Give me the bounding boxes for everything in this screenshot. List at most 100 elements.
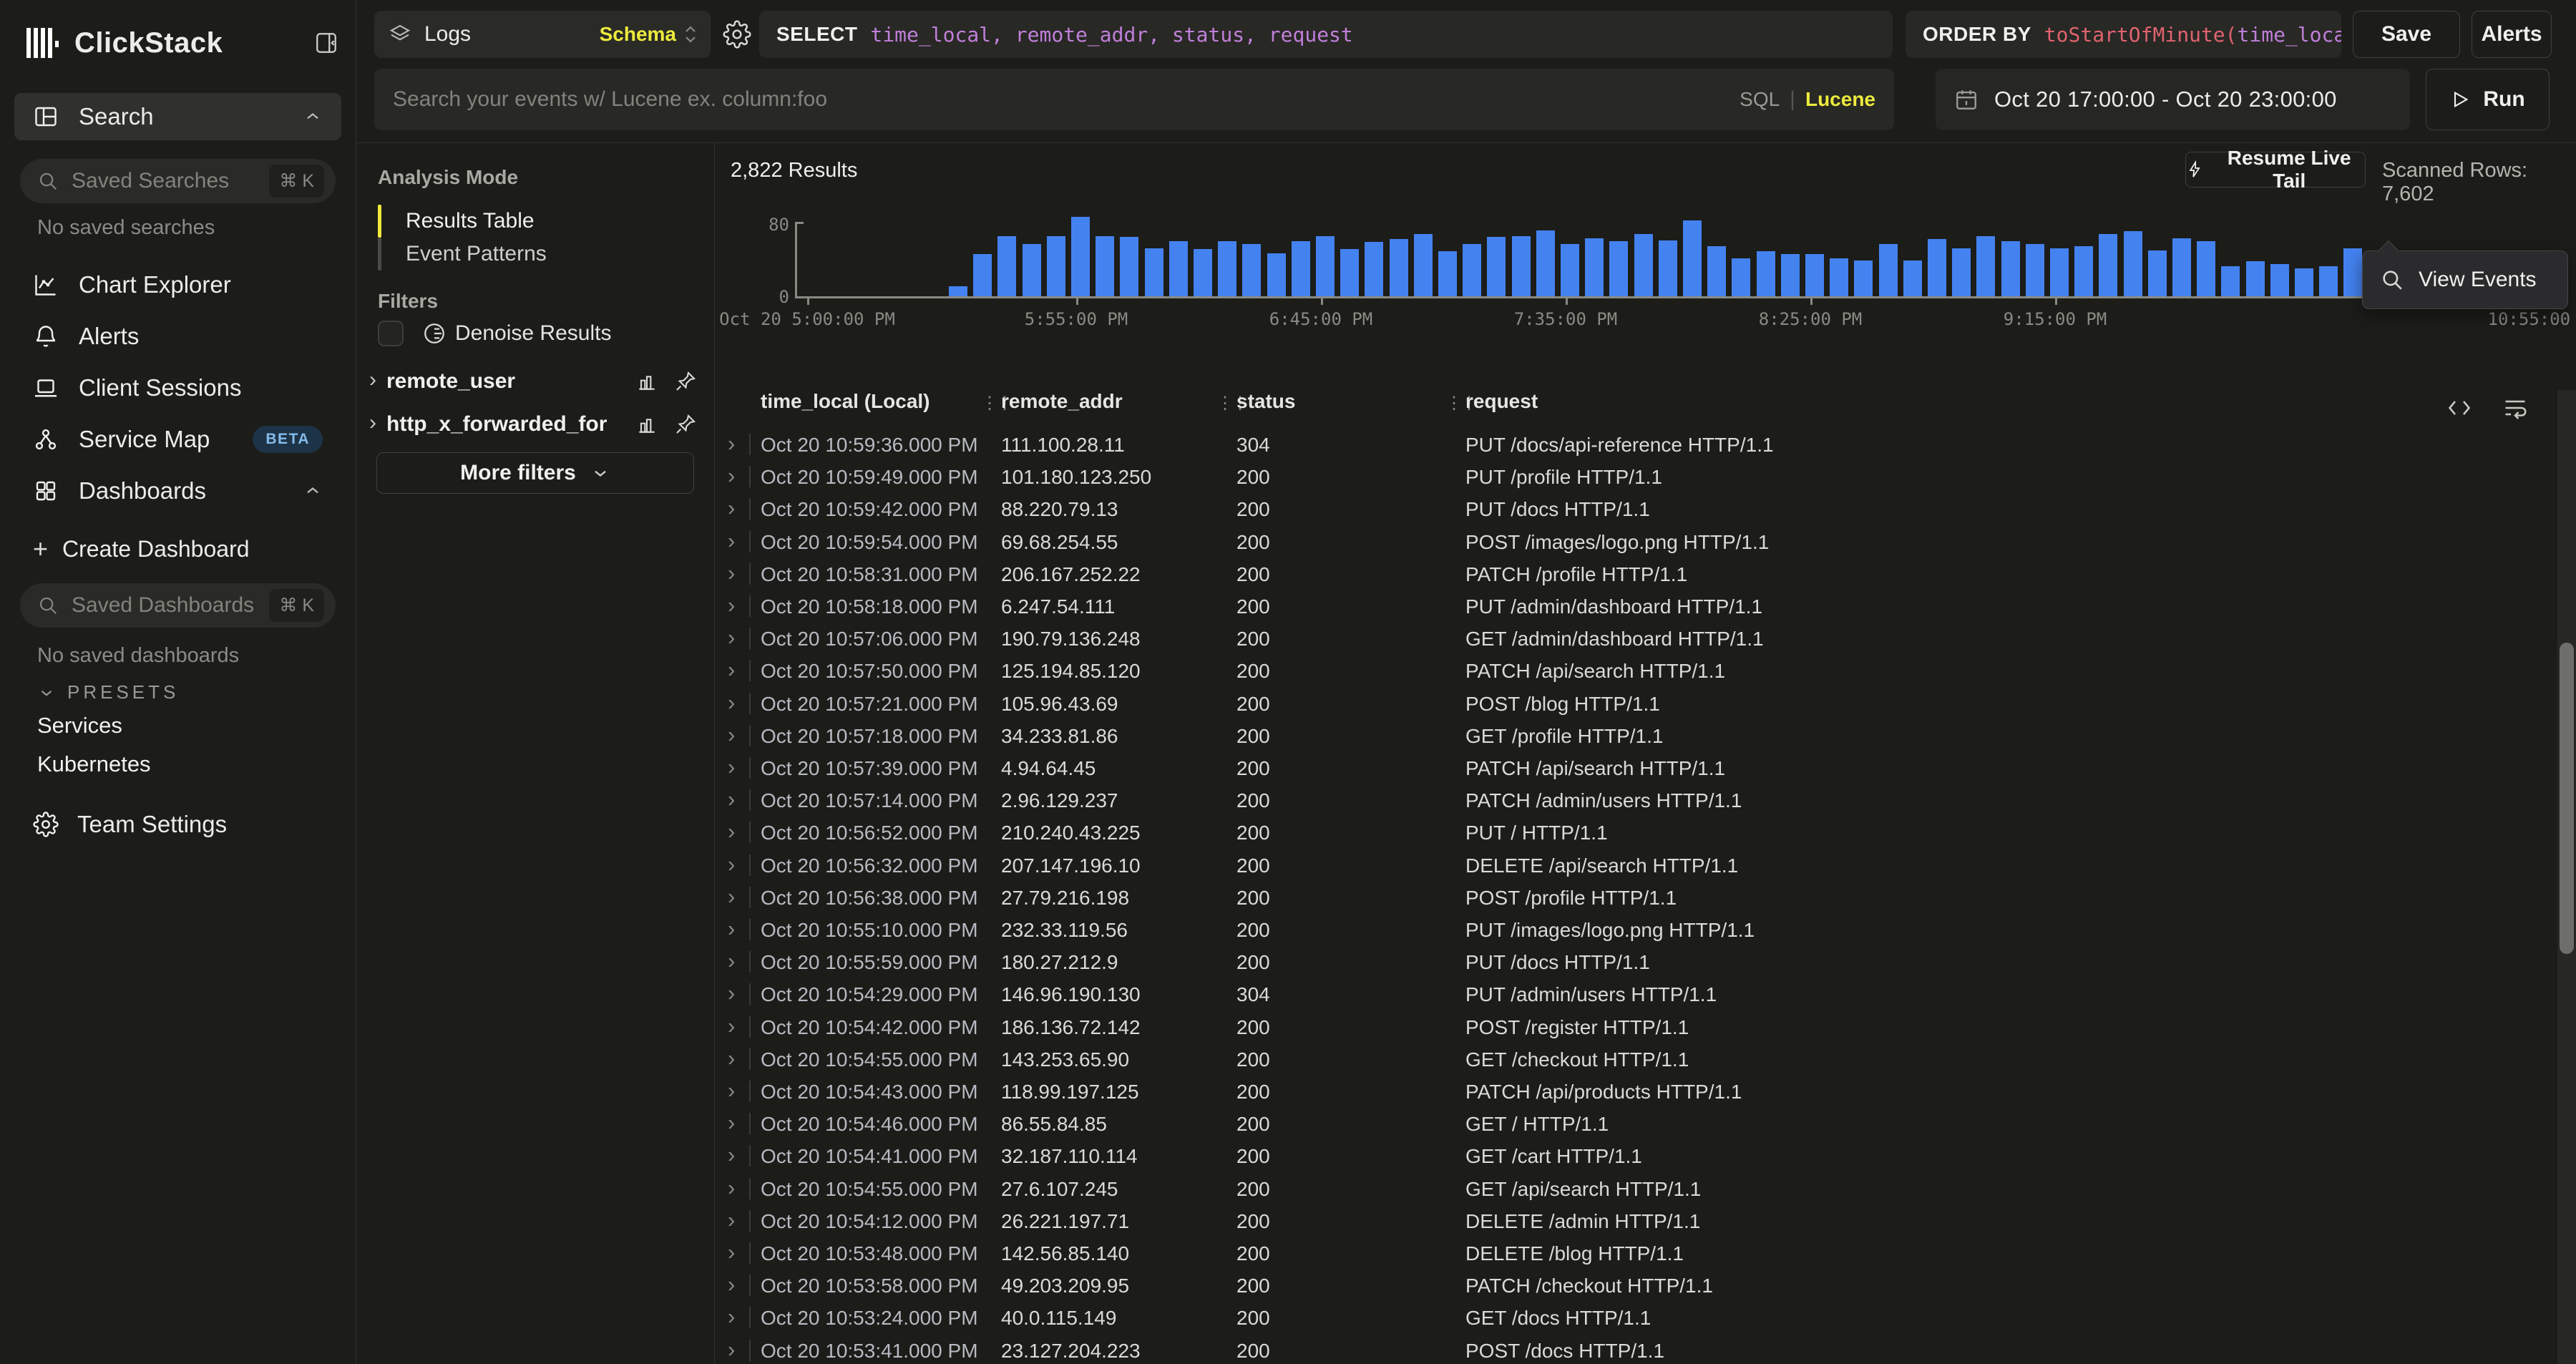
row-expand-chevron-icon[interactable]: › bbox=[728, 495, 735, 521]
histogram-bar[interactable] bbox=[1096, 236, 1114, 296]
table-row[interactable]: › Oct 20 10:56:38.000 PM 27.79.216.198 2… bbox=[715, 881, 2557, 914]
table-row[interactable]: › Oct 20 10:57:18.000 PM 34.233.81.86 20… bbox=[715, 719, 2557, 752]
histogram-bar[interactable] bbox=[1634, 234, 1653, 296]
row-expand-chevron-icon[interactable]: › bbox=[728, 1337, 735, 1363]
histogram-bar[interactable] bbox=[1047, 236, 1065, 296]
preset-kubernetes[interactable]: Kubernetes bbox=[37, 751, 151, 777]
table-row[interactable]: › Oct 20 10:53:41.000 PM 23.127.204.223 … bbox=[715, 1334, 2557, 1364]
table-row[interactable]: › Oct 20 10:57:06.000 PM 190.79.136.248 … bbox=[715, 622, 2557, 655]
row-expand-chevron-icon[interactable]: › bbox=[728, 593, 735, 618]
row-expand-chevron-icon[interactable]: › bbox=[728, 786, 735, 812]
histogram-bar[interactable] bbox=[1805, 254, 1824, 296]
histogram-bar[interactable] bbox=[1903, 260, 1922, 296]
column-header-remote-addr[interactable]: remote_addr bbox=[1001, 390, 1123, 413]
histogram-bar[interactable] bbox=[1365, 242, 1383, 296]
table-row[interactable]: › Oct 20 10:54:43.000 PM 118.99.197.125 … bbox=[715, 1075, 2557, 1108]
sidebar-item-alerts[interactable]: Alerts bbox=[14, 313, 341, 360]
histogram-bar[interactable] bbox=[2197, 241, 2215, 296]
histogram-bar[interactable] bbox=[2026, 244, 2044, 296]
histogram-bar[interactable] bbox=[1071, 217, 1090, 296]
sidebar-item-service-map[interactable]: Service Map BETA bbox=[14, 416, 341, 463]
histogram-bar[interactable] bbox=[1390, 239, 1408, 296]
scrollbar-track[interactable] bbox=[2557, 390, 2576, 1364]
histogram-bar[interactable] bbox=[1340, 249, 1359, 296]
row-expand-chevron-icon[interactable]: › bbox=[728, 560, 735, 586]
histogram-bar[interactable] bbox=[2148, 250, 2167, 296]
histogram-bar[interactable] bbox=[2270, 264, 2289, 296]
row-expand-chevron-icon[interactable]: › bbox=[728, 1304, 735, 1330]
field-pin-icon[interactable] bbox=[674, 413, 697, 436]
field-chart-icon[interactable] bbox=[635, 413, 658, 436]
create-dashboard-button[interactable]: + Create Dashboard bbox=[33, 531, 250, 567]
event-search-input[interactable]: Search your events w/ Lucene ex. column:… bbox=[374, 69, 1894, 130]
histogram-bar[interactable] bbox=[1854, 260, 1873, 296]
field-pin-icon[interactable] bbox=[674, 370, 697, 393]
table-row[interactable]: › Oct 20 10:54:41.000 PM 32.187.110.114 … bbox=[715, 1139, 2557, 1172]
histogram-bar[interactable] bbox=[973, 254, 992, 296]
histogram-bar[interactable] bbox=[1976, 236, 1995, 296]
table-row[interactable]: › Oct 20 10:59:54.000 PM 69.68.254.55 20… bbox=[715, 525, 2557, 558]
row-expand-chevron-icon[interactable]: › bbox=[728, 625, 735, 651]
histogram-bar[interactable] bbox=[1292, 241, 1310, 296]
table-row[interactable]: › Oct 20 10:59:42.000 PM 88.220.79.13 20… bbox=[715, 492, 2557, 525]
table-row[interactable]: › Oct 20 10:57:21.000 PM 105.96.43.69 20… bbox=[715, 687, 2557, 720]
mode-results-table[interactable]: Results Table bbox=[378, 205, 693, 238]
histogram-bar[interactable] bbox=[1928, 239, 1946, 296]
date-range-picker[interactable]: Oct 20 17:00:00 - Oct 20 23:00:00 bbox=[1936, 69, 2410, 130]
column-header-status[interactable]: status bbox=[1236, 390, 1295, 413]
filter-field-http-x-forwarded-for[interactable]: › http_x_forwarded_for bbox=[369, 406, 697, 442]
row-expand-chevron-icon[interactable]: › bbox=[728, 916, 735, 942]
row-expand-chevron-icon[interactable]: › bbox=[728, 1013, 735, 1039]
alerts-button[interactable]: Alerts bbox=[2472, 11, 2552, 58]
table-row[interactable]: › Oct 20 10:56:32.000 PM 207.147.196.10 … bbox=[715, 849, 2557, 882]
resume-live-tail-button[interactable]: Resume Live Tail bbox=[2185, 152, 2366, 187]
table-row[interactable]: › Oct 20 10:53:58.000 PM 49.203.209.95 2… bbox=[715, 1269, 2557, 1302]
more-filters-button[interactable]: More filters bbox=[376, 452, 694, 494]
histogram-bar[interactable] bbox=[949, 286, 967, 296]
filter-field-remote-user[interactable]: › remote_user bbox=[369, 364, 697, 399]
preset-services[interactable]: Services bbox=[37, 713, 122, 739]
denoise-checkbox[interactable] bbox=[378, 321, 404, 346]
scrollbar-thumb[interactable] bbox=[2560, 643, 2574, 954]
row-expand-chevron-icon[interactable]: › bbox=[728, 980, 735, 1006]
table-row[interactable]: › Oct 20 10:54:55.000 PM 27.6.107.245 20… bbox=[715, 1172, 2557, 1205]
histogram-bar[interactable] bbox=[1120, 237, 1138, 296]
denoise-results-row[interactable]: Denoise Results bbox=[378, 321, 611, 346]
sidebar-item-search[interactable]: Search bbox=[14, 93, 341, 140]
row-expand-chevron-icon[interactable]: › bbox=[728, 1142, 735, 1168]
histogram-bar[interactable] bbox=[1659, 240, 1677, 296]
source-settings-gear-icon[interactable] bbox=[723, 20, 751, 49]
histogram-bar[interactable] bbox=[1023, 244, 1041, 296]
histogram-bar[interactable] bbox=[1194, 249, 1212, 296]
row-expand-chevron-icon[interactable]: › bbox=[728, 690, 735, 716]
language-lucene[interactable]: Lucene bbox=[1805, 88, 1875, 111]
histogram-bar[interactable] bbox=[1609, 241, 1628, 296]
histogram-bar[interactable] bbox=[2001, 241, 2020, 296]
table-row[interactable]: › Oct 20 10:55:59.000 PM 180.27.212.9 20… bbox=[715, 945, 2557, 978]
histogram-bar[interactable] bbox=[2074, 246, 2093, 296]
histogram-bar[interactable] bbox=[1781, 254, 1800, 296]
team-settings-button[interactable]: Team Settings bbox=[33, 811, 227, 838]
row-expand-chevron-icon[interactable]: › bbox=[728, 431, 735, 457]
histogram-bar[interactable] bbox=[1683, 220, 1702, 296]
histogram-bar[interactable] bbox=[1585, 238, 1604, 296]
table-row[interactable]: › Oct 20 10:54:29.000 PM 146.96.190.130 … bbox=[715, 978, 2557, 1010]
save-button[interactable]: Save bbox=[2353, 11, 2460, 58]
mode-event-patterns[interactable]: Event Patterns bbox=[378, 238, 693, 271]
row-expand-chevron-icon[interactable]: › bbox=[728, 1175, 735, 1201]
histogram-bar[interactable] bbox=[1145, 248, 1163, 296]
sidebar-item-dashboards[interactable]: Dashboards bbox=[14, 467, 341, 515]
presets-section-toggle[interactable]: PRESETS bbox=[37, 681, 179, 703]
table-row[interactable]: › Oct 20 10:54:12.000 PM 26.221.197.71 2… bbox=[715, 1204, 2557, 1237]
row-expand-chevron-icon[interactable]: › bbox=[728, 1078, 735, 1104]
histogram-bar[interactable] bbox=[2172, 238, 2191, 296]
table-row[interactable]: › Oct 20 10:54:42.000 PM 186.136.72.142 … bbox=[715, 1010, 2557, 1043]
field-chart-icon[interactable] bbox=[635, 370, 658, 393]
row-expand-chevron-icon[interactable]: › bbox=[728, 657, 735, 683]
histogram-bar[interactable] bbox=[1438, 251, 1457, 296]
row-expand-chevron-icon[interactable]: › bbox=[728, 1046, 735, 1071]
histogram-bar[interactable] bbox=[2050, 248, 2069, 296]
saved-dashboards-input[interactable]: Saved Dashboards ⌘ K bbox=[20, 583, 336, 628]
histogram-bar[interactable] bbox=[1463, 244, 1481, 296]
language-toggle[interactable]: SQL | Lucene bbox=[1740, 87, 1875, 112]
